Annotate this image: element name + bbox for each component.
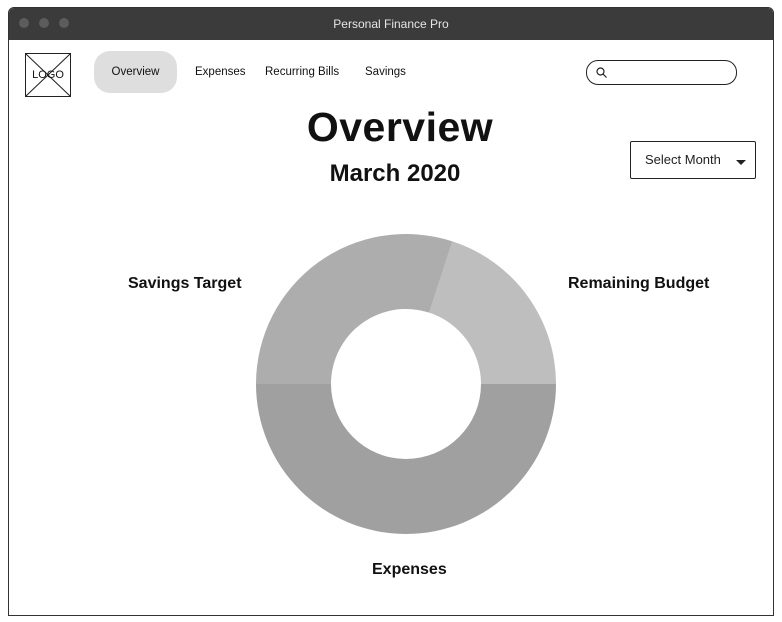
slice-label-remaining-budget: Remaining Budget [568,275,710,292]
slice-label-savings-target: Savings Target [128,275,242,292]
donut-slice-savings-target [256,234,453,384]
app-window: Personal Finance Pro LOGO Overview Expen… [8,7,774,616]
donut-slice-expenses [256,384,556,534]
donut-slice-remaining-budget [429,241,556,384]
slice-label-expenses: Expenses [372,561,447,578]
budget-donut-chart [256,234,556,534]
